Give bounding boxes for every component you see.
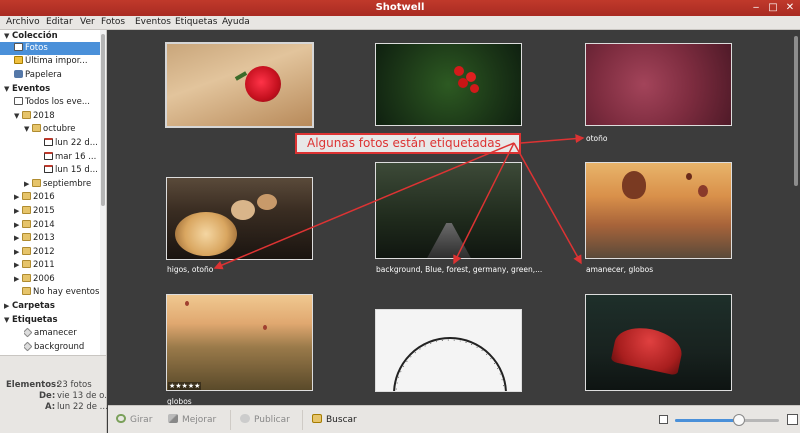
photo-thumbnail-rose[interactable] [165,42,314,128]
sidebar-item-no-hay-eventos[interactable]: No hay eventos [22,286,100,299]
info-a-label: A: [45,402,56,412]
info-elementos-value: 23 fotos [57,380,92,390]
search-tag-icon [312,414,322,423]
info-panel: Elementos: 23 fotos De: vie 13 de o... A… [0,355,112,433]
zoom-out-icon[interactable] [659,415,668,424]
events-icon [14,97,23,105]
folder-icon [22,111,31,119]
menu-ver[interactable]: Ver [80,17,95,27]
sidebar-item-2014[interactable]: ▶ 2014 [14,219,100,232]
tag-icon [24,341,33,352]
info-a-value: lun 22 de ... [57,402,108,412]
zoom-slider-fill [675,419,740,422]
caption-otono: otoño [586,134,608,143]
photo-thumbnail-umbrella[interactable] [585,294,732,391]
menu-etiquetas[interactable]: Etiquetas [175,17,217,27]
sidebar-item-tag-background[interactable]: background [24,341,100,354]
tag-icon [24,327,33,338]
photo-thumbnail-balloons-sunset[interactable] [585,162,732,259]
sidebar-item-2015[interactable]: ▶ 2015 [14,205,100,218]
menu-bar: Archivo Editar Ver Fotos Eventos Etiquet… [0,16,800,30]
minimize-icon[interactable]: ‒ [749,1,763,15]
folder-icon [32,124,41,132]
sidebar-eventos[interactable]: ▼ Eventos [4,83,99,96]
sidebar-item-lun15[interactable]: lun 15 d... [44,164,100,177]
sidebar-item-papelera[interactable]: Papelera [14,69,100,82]
folder-icon [22,233,31,241]
calendar-icon [44,152,53,160]
window-title: Shotwell [375,2,425,13]
folder-icon [22,206,31,214]
sidebar-etiquetas[interactable]: ▼ Etiquetas [4,314,99,327]
title-bar: Shotwell ‒ □ ✕ [0,0,800,16]
sidebar: ▼ Colección Fotos Última impor... Papeler… [0,30,107,355]
sidebar-item-septiembre[interactable]: ▶ septiembre [24,178,100,191]
rotate-icon [116,414,126,423]
ferris-wheel-drawing [393,337,507,391]
maximize-icon[interactable]: □ [766,1,780,15]
sidebar-item-tag-amanecer[interactable]: amanecer [24,327,100,340]
photos-icon [14,43,23,51]
calendar-icon [44,165,53,173]
close-icon[interactable]: ✕ [783,1,797,15]
search-button[interactable]: Buscar [312,414,357,425]
photo-thumbnail-forest-railway[interactable] [375,162,522,259]
toolbar-divider [302,410,303,430]
sidebar-item-2011[interactable]: ▶ 2011 [14,259,100,272]
photo-thumbnail-ferris-wheel[interactable] [375,309,522,392]
zoom-in-icon[interactable] [787,414,798,425]
menu-fotos[interactable]: Fotos [101,17,125,27]
import-icon [14,56,23,64]
folder-icon [22,192,31,200]
photo-thumbnail-cappadocia[interactable] [166,294,313,391]
annotation-callout: Algunas fotos están etiquetadas [295,133,521,154]
photo-thumbnail-holly[interactable] [375,43,522,126]
info-de-label: De: [39,391,56,401]
photo-grid-scrollbar[interactable] [792,30,800,405]
folder-icon [22,220,31,228]
sidebar-item-lun22[interactable]: lun 22 d... [44,137,100,150]
sidebar-item-octubre[interactable]: ▼ octubre [24,123,100,136]
sidebar-item-2012[interactable]: ▶ 2012 [14,246,100,259]
trash-icon [14,70,23,78]
photo-grid-scrollbar-thumb[interactable] [794,36,798,186]
folder-icon [22,274,31,282]
toolbar-divider [230,410,231,430]
sidebar-item-2018[interactable]: ▼ 2018 [14,110,100,123]
menu-eventos[interactable]: Eventos [135,17,171,27]
calendar-icon [44,138,53,146]
enhance-icon [168,414,178,423]
sidebar-item-mar16[interactable]: mar 16 ... [44,151,100,164]
sidebar-item-todos-eventos[interactable]: Todos los eve... [14,96,100,109]
enhance-button[interactable]: Mejorar [168,414,216,425]
publish-button[interactable]: Publicar [240,414,290,425]
sidebar-item-fotos[interactable]: Fotos [0,42,100,55]
menu-editar[interactable]: Editar [46,17,73,27]
sidebar-item-2016[interactable]: ▶ 2016 [14,191,100,204]
caption-higos: higos, otoño [167,265,214,274]
sidebar-item-2013[interactable]: ▶ 2013 [14,232,100,245]
info-de-value: vie 13 de o... [57,391,113,401]
menu-ayuda[interactable]: Ayuda [222,17,250,27]
folder-icon [22,287,31,295]
rating-stars: ★★★★★ [168,382,202,390]
folder-icon [22,247,31,255]
menu-archivo[interactable]: Archivo [6,17,40,27]
info-elementos-label: Elementos: [6,380,60,390]
sidebar-item-2006[interactable]: ▶ 2006 [14,273,100,286]
sidebar-carpetas[interactable]: ▶ Carpetas [4,300,99,313]
sidebar-scrollbar-thumb[interactable] [101,34,105,206]
folder-icon [22,260,31,268]
photo-thumbnail-figs[interactable] [166,177,313,260]
sidebar-item-ultima-importacion[interactable]: Última impor... [14,55,100,68]
zoom-slider-knob[interactable] [733,414,746,426]
photo-thumbnail-autumn-leaves[interactable] [585,43,732,126]
publish-icon [240,414,250,423]
bottom-toolbar: Girar Mejorar Publicar Buscar [108,405,800,433]
rotate-button[interactable]: Girar [116,414,152,425]
caption-forest: background, Blue, forest, germany, green… [376,265,543,274]
caption-amanecer-globos: amanecer, globos [586,265,654,274]
folder-icon [32,179,41,187]
